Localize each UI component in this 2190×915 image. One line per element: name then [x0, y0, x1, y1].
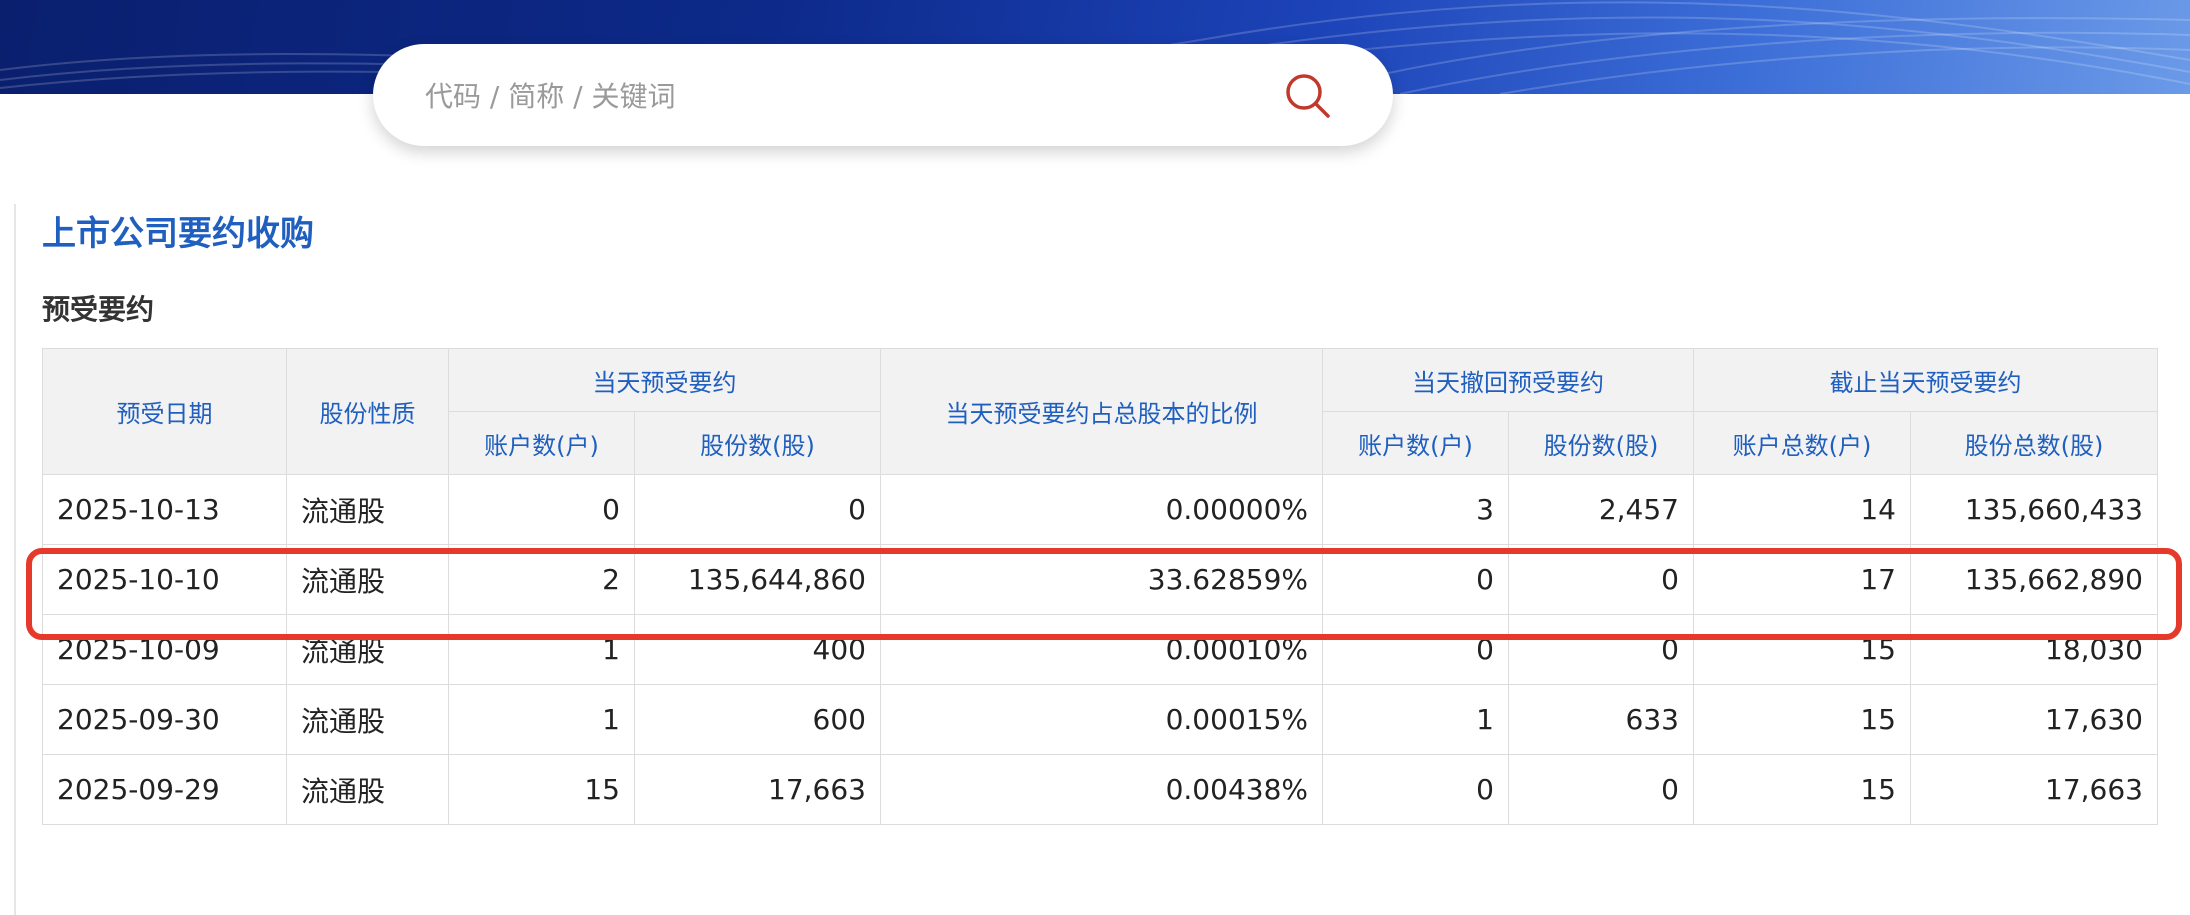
cell-withdraw-shares: 633: [1508, 684, 1694, 755]
cell-withdraw-accounts: 0: [1322, 614, 1509, 685]
cell-accept-shares: 17,663: [634, 754, 881, 825]
search-icon[interactable]: [1283, 71, 1333, 121]
cell-accept-accounts: 1: [448, 614, 635, 685]
cell-accept-accounts: 15: [448, 754, 635, 825]
cell-ratio: 0.00010%: [880, 614, 1323, 685]
cell-date: 2025-09-29: [42, 754, 287, 825]
cell-total-accounts: 15: [1693, 684, 1911, 755]
header-withdraw-accounts: 账户数(户): [1322, 411, 1509, 475]
cell-ratio: 33.62859%: [880, 544, 1323, 615]
header-date: 预受日期: [42, 348, 287, 475]
cell-nature: 流通股: [286, 474, 449, 545]
header-group-cumulative: 截止当天预受要约: [1693, 348, 2158, 412]
table-row: 2025-10-10 流通股 2 135,644,860 33.62859% 0…: [42, 544, 2158, 615]
cell-total-shares: 17,663: [1910, 754, 2158, 825]
cell-total-shares: 17,630: [1910, 684, 2158, 755]
cell-accept-accounts: 2: [448, 544, 635, 615]
cell-total-shares: 18,030: [1910, 614, 2158, 685]
header-group-today-accept: 当天预受要约: [448, 348, 881, 412]
left-divider: [14, 204, 16, 915]
table-row: 2025-10-13 流通股 0 0 0.00000% 3 2,457 14 1…: [42, 474, 2158, 545]
cell-ratio: 0.00000%: [880, 474, 1323, 545]
cell-accept-shares: 0: [634, 474, 881, 545]
header-nature: 股份性质: [286, 348, 449, 475]
cell-total-accounts: 15: [1693, 614, 1911, 685]
cell-nature: 流通股: [286, 684, 449, 755]
cell-total-accounts: 17: [1693, 544, 1911, 615]
cell-accept-shares: 600: [634, 684, 881, 755]
table-row: 2025-09-30 流通股 1 600 0.00015% 1 633 15 1…: [42, 684, 2158, 755]
header-group-today-withdraw: 当天撤回预受要约: [1322, 348, 1694, 412]
cell-total-accounts: 14: [1693, 474, 1911, 545]
cell-nature: 流通股: [286, 614, 449, 685]
header-accept-shares: 股份数(股): [634, 411, 881, 475]
cell-ratio: 0.00438%: [880, 754, 1323, 825]
header-total-accounts: 账户总数(户): [1693, 411, 1911, 475]
cell-withdraw-shares: 0: [1508, 544, 1694, 615]
cell-date: 2025-09-30: [42, 684, 287, 755]
header-withdraw-shares: 股份数(股): [1508, 411, 1694, 475]
cell-date: 2025-10-13: [42, 474, 287, 545]
cell-withdraw-accounts: 3: [1322, 474, 1509, 545]
cell-date: 2025-10-09: [42, 614, 287, 685]
search-bar: [373, 44, 1393, 146]
search-input[interactable]: [423, 68, 1247, 124]
cell-ratio: 0.00015%: [880, 684, 1323, 755]
cell-total-accounts: 15: [1693, 754, 1911, 825]
cell-withdraw-shares: 0: [1508, 754, 1694, 825]
cell-withdraw-shares: 0: [1508, 614, 1694, 685]
cell-accept-accounts: 1: [448, 684, 635, 755]
cell-accept-accounts: 0: [448, 474, 635, 545]
cell-total-shares: 135,660,433: [1910, 474, 2158, 545]
cell-withdraw-accounts: 0: [1322, 544, 1509, 615]
header-accept-accounts: 账户数(户): [448, 411, 635, 475]
table-row: 2025-09-29 流通股 15 17,663 0.00438% 0 0 15…: [42, 754, 2158, 825]
cell-nature: 流通股: [286, 754, 449, 825]
cell-withdraw-accounts: 1: [1322, 684, 1509, 755]
tender-offer-table: 预受日期 股份性质 当天预受要约 当天预受要约占总股本的比例 当天撤回预受要约 …: [42, 348, 2158, 825]
header-total-shares: 股份总数(股): [1910, 411, 2158, 475]
page-title: 上市公司要约收购: [42, 214, 314, 254]
cell-date: 2025-10-10: [42, 544, 287, 615]
cell-withdraw-shares: 2,457: [1508, 474, 1694, 545]
cell-accept-shares: 135,644,860: [634, 544, 881, 615]
cell-withdraw-accounts: 0: [1322, 754, 1509, 825]
section-title: 预受要约: [42, 293, 155, 326]
header-ratio: 当天预受要约占总股本的比例: [880, 348, 1323, 475]
cell-accept-shares: 400: [634, 614, 881, 685]
cell-total-shares: 135,662,890: [1910, 544, 2158, 615]
table-row: 2025-10-09 流通股 1 400 0.00010% 0 0 15 18,…: [42, 614, 2158, 685]
cell-nature: 流通股: [286, 544, 449, 615]
